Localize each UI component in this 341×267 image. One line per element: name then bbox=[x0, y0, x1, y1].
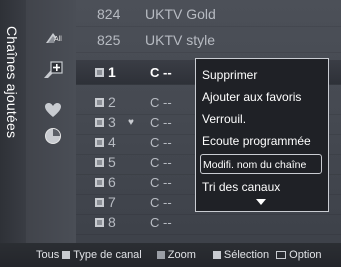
panel-title-bar: Chaînes ajoutées bbox=[0, 0, 26, 243]
list-item[interactable]: 824 UKTV Gold bbox=[76, 2, 341, 27]
panel-title: Chaînes ajoutées bbox=[4, 26, 20, 139]
menu-item-rename-channel[interactable]: Modifi. nom du chaîne bbox=[200, 154, 322, 174]
footer-select[interactable]: Sélection bbox=[210, 249, 269, 261]
checkbox-icon[interactable] bbox=[95, 217, 104, 227]
channel-number: 7 bbox=[108, 194, 116, 210]
menu-item-delete[interactable]: Supprimer bbox=[202, 65, 320, 85]
scheduled-clock-icon bbox=[44, 127, 62, 145]
checkbox-icon[interactable] bbox=[95, 177, 104, 187]
channel-number: 8 bbox=[108, 214, 116, 230]
option-button-icon bbox=[276, 251, 287, 259]
category-all[interactable]: All bbox=[40, 26, 66, 50]
menu-item-scheduled-viewing[interactable]: Ecoute programmée bbox=[202, 131, 320, 151]
footer-hint-bar: Tous Type de canal Zoom Sélection Option bbox=[0, 243, 341, 267]
menu-item-add-favorites[interactable]: Ajouter aux favoris bbox=[202, 87, 320, 107]
favorite-heart-icon bbox=[44, 102, 62, 118]
category-sidebar: All bbox=[26, 0, 76, 243]
footer-channel-type[interactable]: Tous Type de canal bbox=[36, 249, 142, 261]
category-all-label: All bbox=[54, 36, 62, 43]
channel-number: 824 bbox=[97, 6, 121, 22]
channel-number: 6 bbox=[108, 174, 116, 190]
channel-name: C -- bbox=[150, 94, 172, 110]
channel-name: C -- bbox=[150, 214, 172, 230]
footer-all-label: Tous bbox=[36, 249, 60, 261]
menu-item-sort-channels[interactable]: Tri des canaux bbox=[202, 177, 320, 197]
checkbox-icon[interactable] bbox=[95, 137, 104, 147]
checkbox-icon[interactable] bbox=[95, 117, 104, 127]
scroll-down-arrow-icon[interactable] bbox=[256, 199, 266, 205]
zoom-button-icon bbox=[156, 251, 165, 259]
checkbox-icon[interactable] bbox=[95, 157, 104, 167]
category-scheduled[interactable] bbox=[40, 124, 66, 148]
channel-name: C -- bbox=[150, 64, 172, 80]
select-button-icon bbox=[212, 251, 221, 259]
footer-zoom-label: Zoom bbox=[167, 249, 196, 261]
footer-channel-type-label: Type de canal bbox=[73, 249, 142, 261]
add-channel-icon bbox=[42, 60, 64, 80]
list-item[interactable]: 8 C -- bbox=[76, 210, 341, 235]
footer-option[interactable]: Option bbox=[273, 249, 322, 261]
footer-option-label: Option bbox=[289, 249, 322, 261]
channel-number: 1 bbox=[108, 64, 116, 80]
channel-number: 2 bbox=[108, 94, 116, 110]
menu-item-lock[interactable]: Verrouil. bbox=[202, 109, 320, 129]
category-favorites[interactable] bbox=[40, 98, 66, 122]
options-popup-menu: Supprimer Ajouter aux favoris Verrouil. … bbox=[195, 58, 329, 212]
channel-list-screen: Chaînes ajoutées All 824 UKTV Gold 825 U… bbox=[0, 0, 341, 267]
footer-zoom[interactable]: Zoom bbox=[154, 249, 196, 261]
list-item[interactable]: 825 UKTV style bbox=[76, 28, 341, 53]
channel-name: C -- bbox=[150, 114, 172, 130]
channel-number: 4 bbox=[108, 134, 116, 150]
favorite-heart-icon: ♥ bbox=[128, 116, 134, 128]
checkbox-icon[interactable] bbox=[95, 97, 104, 107]
footer-select-label: Sélection bbox=[223, 249, 270, 261]
blue-button-icon bbox=[62, 251, 71, 259]
channel-name: C -- bbox=[150, 134, 172, 150]
channel-number: 3 bbox=[108, 114, 116, 130]
category-added[interactable] bbox=[40, 58, 66, 82]
channel-number: 5 bbox=[108, 154, 116, 170]
channel-name: C -- bbox=[150, 154, 172, 170]
channel-number: 825 bbox=[97, 32, 121, 48]
checkbox-icon[interactable] bbox=[95, 197, 104, 207]
channel-name: UKTV Gold bbox=[145, 6, 216, 22]
channel-name: C -- bbox=[150, 194, 172, 210]
checkbox-icon[interactable] bbox=[95, 67, 104, 77]
channel-name: UKTV style bbox=[145, 32, 216, 48]
channel-name: C -- bbox=[150, 174, 172, 190]
